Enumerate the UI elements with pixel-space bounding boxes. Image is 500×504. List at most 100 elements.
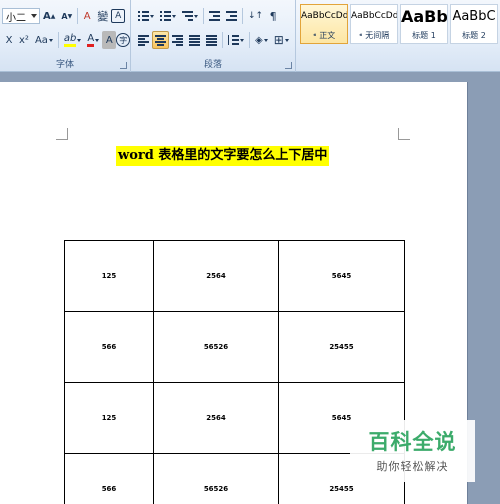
align-center-button[interactable] <box>152 31 169 49</box>
bullets-button[interactable] <box>135 7 157 25</box>
shading-button[interactable]: ◈ <box>252 31 271 49</box>
line-spacing-button[interactable] <box>225 31 247 49</box>
font-dialog-launcher-icon[interactable] <box>120 62 127 69</box>
style-name: 标题 1 <box>412 31 436 40</box>
table-cell[interactable]: 5645 <box>278 240 405 312</box>
align-right-button[interactable] <box>169 31 186 49</box>
grow-font-button[interactable]: A ▲ <box>40 7 58 25</box>
distribute-button[interactable] <box>203 31 220 49</box>
style-sample: AaBbCcDd <box>351 11 398 21</box>
chevron-down-icon[interactable] <box>31 14 37 18</box>
table-cell[interactable]: 25455 <box>278 311 405 383</box>
table-cell[interactable]: 56526 <box>153 311 279 383</box>
multilevel-list-icon <box>182 11 193 21</box>
table-cell[interactable]: 566 <box>64 453 154 504</box>
table-cell[interactable]: 125 <box>64 382 154 454</box>
multilevel-list-button[interactable] <box>179 7 201 25</box>
align-center-icon <box>155 35 166 46</box>
grow-font-icon: A <box>43 10 51 22</box>
divider <box>203 8 204 24</box>
divider <box>242 8 243 24</box>
distribute-icon <box>206 35 217 46</box>
crop-mark <box>56 128 68 140</box>
decrease-indent-button[interactable] <box>206 7 223 25</box>
table-cell[interactable]: 125 <box>64 240 154 312</box>
paint-bucket-icon: ◈ <box>255 34 263 46</box>
style-normal[interactable]: AaBbCcDd ⁌ 正文 <box>300 4 348 44</box>
paragraph-group: ↓↑ ¶ ◈ ⊞ 段落 <box>131 0 296 72</box>
table-cell[interactable]: 566 <box>64 311 154 383</box>
enclose-char-icon: 字 <box>119 35 128 45</box>
bullets-icon <box>138 11 149 21</box>
clear-format-icon: A <box>83 10 91 22</box>
font-size-value: 小二 <box>6 12 26 24</box>
char-shading-button[interactable]: A <box>102 31 117 49</box>
char-shading-icon: A <box>105 34 113 46</box>
table-row: 566 56526 25455 <box>64 311 405 383</box>
pilcrow-icon: ¶ <box>269 9 277 23</box>
decrease-indent-icon <box>209 11 220 21</box>
watermark-title: 百科全说 <box>368 430 457 454</box>
enclose-char-button[interactable]: 字 <box>116 33 131 47</box>
line-spacing-icon <box>228 35 239 45</box>
font-color-icon: A <box>87 33 95 47</box>
style-sample: AaBbC <box>452 9 496 24</box>
phonetic-icon: 變 <box>97 10 109 23</box>
justify-icon <box>189 35 200 46</box>
watermark-subtitle: 助你轻松解决 <box>376 460 449 473</box>
style-name: ⁌ 正文 <box>312 31 336 40</box>
borders-button[interactable]: ⊞ <box>271 31 292 49</box>
document-heading[interactable]: word 表格里的文字要怎么上下居中 <box>116 146 330 166</box>
style-heading-1[interactable]: AaBb 标题 1 <box>400 4 448 44</box>
highlight-button[interactable]: ab <box>61 31 84 49</box>
phonetic-guide-button[interactable]: 變 <box>94 7 111 25</box>
divider <box>57 32 59 48</box>
font-size-combo[interactable]: 小二 <box>2 8 40 24</box>
superscript-button[interactable]: x² <box>16 31 32 49</box>
paragraph-group-label: 段落 <box>203 60 222 70</box>
highlight-icon: ab <box>63 33 77 47</box>
divider <box>222 32 223 48</box>
paragraph-dialog-launcher-icon[interactable] <box>285 62 292 69</box>
sort-button[interactable]: ↓↑ <box>245 7 266 25</box>
font-group-label: 字体 <box>55 60 74 70</box>
table-cell[interactable]: 2564 <box>153 382 279 454</box>
font-color-button[interactable]: A <box>84 31 102 49</box>
table-row: 125 2564 5645 <box>64 240 405 312</box>
align-left-button[interactable] <box>135 31 152 49</box>
shrink-font-button[interactable]: A ▼ <box>58 7 75 25</box>
subscript-button[interactable]: X <box>2 31 16 49</box>
style-name: 标题 2 <box>462 31 486 40</box>
divider <box>249 32 250 48</box>
crop-mark <box>398 128 410 140</box>
borders-icon: ⊞ <box>273 33 284 47</box>
table-cell[interactable]: 2564 <box>153 240 279 312</box>
superscript-icon: x² <box>19 34 29 46</box>
increase-indent-button[interactable] <box>223 7 240 25</box>
numbering-button[interactable] <box>157 7 179 25</box>
change-case-button[interactable]: Aa <box>32 31 56 49</box>
char-border-button[interactable]: A <box>111 9 126 23</box>
ribbon: 小二 A ▲ A ▼ A 變 A X x² Aa ab A A 字 字体 ↓↑ … <box>0 0 500 72</box>
align-right-icon <box>172 35 183 46</box>
style-sample: AaBb <box>401 7 448 26</box>
style-heading-2[interactable]: AaBbC 标题 2 <box>450 4 498 44</box>
increase-indent-icon <box>226 11 237 21</box>
justify-button[interactable] <box>186 31 203 49</box>
style-sample: AaBbCcDd <box>301 11 348 21</box>
numbering-icon <box>160 11 171 21</box>
style-name: ⁌ 无间隔 <box>358 31 390 40</box>
show-marks-button[interactable]: ¶ <box>266 7 280 25</box>
sort-icon: ↓↑ <box>248 11 264 21</box>
subscript-icon: X <box>5 34 13 46</box>
font-group: 小二 A ▲ A ▼ A 變 A X x² Aa ab A A 字 字体 <box>0 0 131 72</box>
divider <box>77 8 79 24</box>
char-border-icon: A <box>115 11 122 21</box>
clear-format-button[interactable]: A <box>80 7 94 25</box>
align-left-icon <box>138 35 149 46</box>
table-cell[interactable]: 56526 <box>153 453 279 504</box>
change-case-icon: Aa <box>34 34 48 46</box>
watermark: 百科全说 助你轻松解决 <box>350 420 475 482</box>
style-no-spacing[interactable]: AaBbCcDd ⁌ 无间隔 <box>350 4 398 44</box>
styles-group: AaBbCcDd ⁌ 正文 AaBbCcDd ⁌ 无间隔 AaBb 标题 1 A… <box>296 0 500 72</box>
